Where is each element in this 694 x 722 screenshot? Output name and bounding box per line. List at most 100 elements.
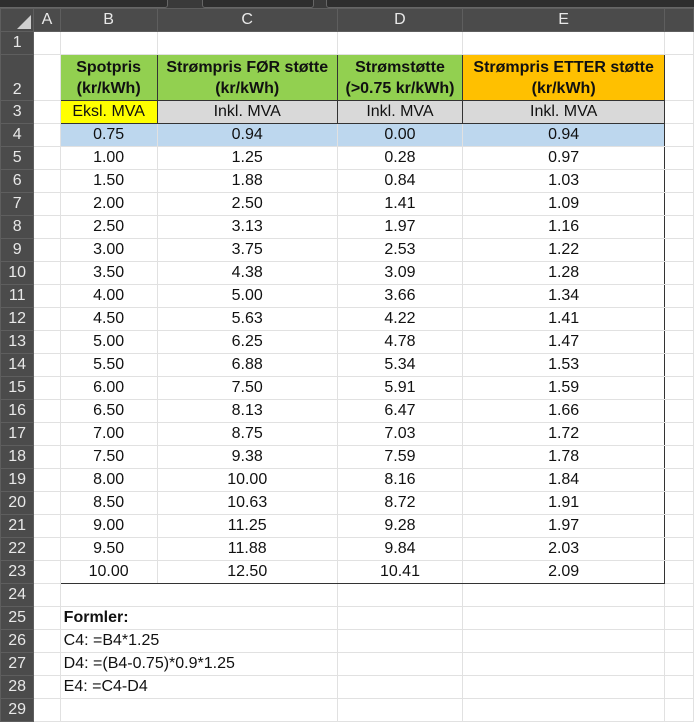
- cell-d[interactable]: 0.84: [336, 169, 464, 193]
- cell[interactable]: [33, 284, 61, 308]
- cell-b[interactable]: 1.50: [59, 169, 158, 193]
- cell-c[interactable]: 6.25: [156, 330, 338, 354]
- cell-e[interactable]: 1.41: [462, 307, 666, 331]
- cell[interactable]: [33, 307, 61, 331]
- cell[interactable]: [336, 606, 464, 630]
- cell-c[interactable]: 1.88: [156, 169, 338, 193]
- cell[interactable]: [664, 169, 694, 193]
- row-header[interactable]: 19: [0, 468, 35, 492]
- cell-d[interactable]: 5.91: [336, 376, 464, 400]
- formula-line[interactable]: D4: =(B4-0.75)*0.9*1.25: [59, 652, 338, 676]
- cell-b[interactable]: 1.00: [59, 146, 158, 170]
- row-header[interactable]: 20: [0, 491, 35, 515]
- cell[interactable]: [33, 123, 61, 147]
- cell[interactable]: [33, 560, 61, 584]
- row-header[interactable]: 18: [0, 445, 35, 469]
- cell[interactable]: [33, 100, 61, 124]
- cell[interactable]: [664, 445, 694, 469]
- row-header[interactable]: 6: [0, 169, 35, 193]
- cell[interactable]: [33, 652, 61, 676]
- cell-d[interactable]: 4.22: [336, 307, 464, 331]
- cell-c[interactable]: 1.25: [156, 146, 338, 170]
- cell-d[interactable]: 1.41: [336, 192, 464, 216]
- cell-b[interactable]: 5.00: [59, 330, 158, 354]
- cell[interactable]: [33, 353, 61, 377]
- row-header[interactable]: 9: [0, 238, 35, 262]
- cell-b[interactable]: 7.00: [59, 422, 158, 446]
- cell-e[interactable]: 1.47: [462, 330, 666, 354]
- cell-b[interactable]: 6.50: [59, 399, 158, 423]
- cell[interactable]: [462, 629, 666, 653]
- cell[interactable]: [664, 215, 694, 239]
- cell-b[interactable]: 2.50: [59, 215, 158, 239]
- cell-c[interactable]: 11.25: [156, 514, 338, 538]
- row-header[interactable]: 8: [0, 215, 35, 239]
- cell[interactable]: [664, 261, 694, 285]
- cell[interactable]: [664, 675, 694, 699]
- cell-b[interactable]: 8.00: [59, 468, 158, 492]
- cell[interactable]: [664, 123, 694, 147]
- cell-b[interactable]: 3.50: [59, 261, 158, 285]
- cell-c[interactable]: 11.88: [156, 537, 338, 561]
- cell[interactable]: [664, 606, 694, 630]
- cell-d[interactable]: 0.00: [336, 123, 464, 147]
- cell-b[interactable]: 4.50: [59, 307, 158, 331]
- cell[interactable]: [664, 422, 694, 446]
- cell[interactable]: [33, 675, 61, 699]
- cell-d[interactable]: 9.28: [336, 514, 464, 538]
- cell[interactable]: [336, 652, 464, 676]
- cell[interactable]: [33, 514, 61, 538]
- cell-d[interactable]: 5.34: [336, 353, 464, 377]
- subheader-d[interactable]: Inkl. MVA: [336, 100, 464, 124]
- column-header-b[interactable]: B: [59, 8, 158, 32]
- cell-d[interactable]: 8.72: [336, 491, 464, 515]
- cell-d[interactable]: 2.53: [336, 238, 464, 262]
- cell-c[interactable]: 7.50: [156, 376, 338, 400]
- cell-e[interactable]: 1.66: [462, 399, 666, 423]
- cell[interactable]: [33, 606, 61, 630]
- cell[interactable]: [33, 468, 61, 492]
- cell[interactable]: [664, 307, 694, 331]
- row-header[interactable]: 4: [0, 123, 35, 147]
- cell[interactable]: [462, 31, 666, 55]
- cell-e[interactable]: 1.28: [462, 261, 666, 285]
- row-header[interactable]: 13: [0, 330, 35, 354]
- column-header-c[interactable]: C: [156, 8, 338, 32]
- cell-d[interactable]: 1.97: [336, 215, 464, 239]
- cell[interactable]: [336, 629, 464, 653]
- cell-b[interactable]: 7.50: [59, 445, 158, 469]
- cell[interactable]: [664, 353, 694, 377]
- cell-e[interactable]: 1.09: [462, 192, 666, 216]
- cell[interactable]: [33, 491, 61, 515]
- cell-c[interactable]: 5.63: [156, 307, 338, 331]
- cell[interactable]: [33, 629, 61, 653]
- cell-c[interactable]: 0.94: [156, 123, 338, 147]
- cell-e[interactable]: 0.97: [462, 146, 666, 170]
- subheader-c[interactable]: Inkl. MVA: [156, 100, 338, 124]
- cell[interactable]: [33, 31, 61, 55]
- cell[interactable]: [664, 54, 694, 101]
- cell[interactable]: [664, 652, 694, 676]
- row-header[interactable]: 5: [0, 146, 35, 170]
- cell-d[interactable]: 3.09: [336, 261, 464, 285]
- cell-b[interactable]: 10.00: [59, 560, 158, 584]
- row-header[interactable]: 15: [0, 376, 35, 400]
- cell-c[interactable]: 5.00: [156, 284, 338, 308]
- cell-e[interactable]: 1.53: [462, 353, 666, 377]
- cell-e[interactable]: 1.72: [462, 422, 666, 446]
- cell-c[interactable]: 6.88: [156, 353, 338, 377]
- cell[interactable]: [33, 146, 61, 170]
- row-header[interactable]: 25: [0, 606, 35, 630]
- cell-c[interactable]: 9.38: [156, 445, 338, 469]
- cell[interactable]: [664, 192, 694, 216]
- cell[interactable]: [33, 169, 61, 193]
- cell[interactable]: [33, 376, 61, 400]
- cell[interactable]: [664, 583, 694, 607]
- cell[interactable]: [33, 445, 61, 469]
- cell[interactable]: [33, 422, 61, 446]
- cell-e[interactable]: 1.22: [462, 238, 666, 262]
- header-stromstotte[interactable]: Strømstøtte (>0.75 kr/kWh): [336, 54, 464, 101]
- cell-b[interactable]: 6.00: [59, 376, 158, 400]
- cell-e[interactable]: 1.97: [462, 514, 666, 538]
- cell[interactable]: [33, 192, 61, 216]
